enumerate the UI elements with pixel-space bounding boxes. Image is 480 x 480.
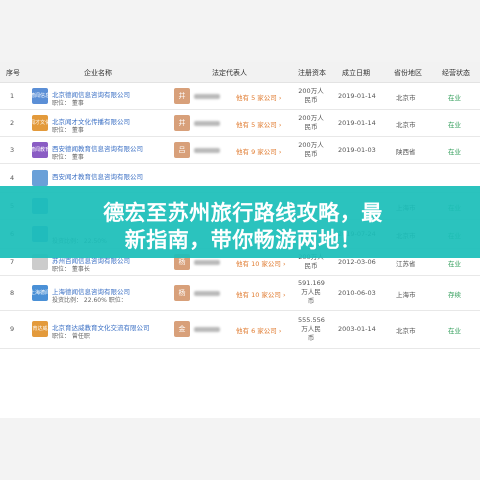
status-badge: 在业 (448, 147, 461, 156)
capital-line: 591.169 (298, 279, 325, 287)
capital-line: 币 (307, 333, 315, 342)
company-logo-icon: 育达威 (32, 321, 48, 337)
top-margin (0, 0, 480, 62)
founded-date: 2019-01-03 (338, 145, 376, 154)
company-logo-icon (32, 169, 48, 186)
legal-rep-avatar: 杨 (174, 284, 190, 301)
capital-line: 币 (307, 297, 315, 305)
province: 北京市 (396, 327, 416, 335)
founded-date: 2012-03-06 (338, 257, 376, 266)
row-seq: 7 (10, 257, 15, 266)
legal-rep-avatar: 井 (174, 87, 190, 104)
province: 上海市 (396, 290, 416, 299)
company-role: 投资比例： 22.60% 职位： (52, 296, 127, 304)
table-header: 序号 企业名称 法定代表人 注册资本 成立日期 省份地区 经营状态 (0, 62, 480, 83)
row-seq: 8 (10, 288, 15, 297)
bottom-margin (0, 418, 480, 480)
status-badge: 在业 (448, 120, 461, 129)
company-role: 职位： 董事 (52, 126, 84, 134)
row-seq: 2 (10, 118, 15, 127)
capital-line: 民币 (304, 261, 318, 270)
legal-rep-companies-link[interactable]: 他有 6 家公司 › (236, 325, 281, 335)
registered-capital: 591.169 万人民币 (298, 279, 325, 306)
province: 北京市 (396, 120, 416, 129)
status-badge: 在业 (448, 259, 461, 268)
header-status: 经营状态 (442, 69, 470, 77)
province: 陕西省 (396, 147, 416, 156)
founded-date: 2010-06-03 (338, 288, 376, 297)
header-legal-rep: 法定代表人 (212, 69, 247, 77)
legal-rep-name-blurred (194, 147, 220, 153)
legal-rep-name-blurred (194, 120, 220, 126)
company-role: 职位： 董事 (52, 153, 84, 161)
status-badge: 在业 (448, 327, 461, 335)
legal-rep-companies-link[interactable]: 他有 9 家公司 › (236, 146, 281, 156)
row-seq: 3 (10, 145, 15, 154)
capital-line: 民币 (304, 149, 318, 158)
founded-date: 2003-01-14 (338, 325, 376, 333)
capital-line: 万人民 (301, 324, 321, 333)
legal-rep-companies-link[interactable]: 他有 5 家公司 › (236, 119, 281, 129)
capital-line: 200万人 (298, 113, 324, 122)
header-seq: 序号 (6, 69, 20, 77)
company-role: 职位： 曾任职 (52, 333, 90, 340)
status-badge: 存续 (448, 290, 461, 299)
founded-date: 2019-01-14 (338, 91, 376, 100)
company-logo-icon: 上海德闻 (30, 284, 50, 301)
legal-rep-avatar: 井 (174, 114, 190, 131)
legal-rep-companies-link[interactable]: 他有 5 家公司 › (236, 92, 281, 102)
province: 江苏省 (396, 259, 416, 268)
legal-rep-name-blurred (194, 290, 220, 296)
legal-rep-companies-link[interactable]: 他有 10 家公司 › (236, 258, 286, 268)
registered-capital: 200万人民币 (298, 114, 324, 132)
capital-line: 200万人 (298, 140, 324, 149)
company-logo-icon: 闻才文化 (30, 114, 50, 131)
capital-line: 万人民 (301, 288, 321, 296)
table-row[interactable]: 2 闻才文化 北京闻才文化传播有限公司 职位： 董事井他有 5 家公司 › 200万人民… (0, 109, 480, 137)
table-row[interactable]: 1 德闻信息 北京德闻信息咨询有限公司 职位： 董事井他有 5 家公司 › 200万人民… (0, 82, 480, 110)
table-row[interactable]: 3 德闻教育 西安德闻教育信息咨询有限公司 职位： 董事吕他有 9 家公司 › 200万… (0, 136, 480, 164)
province: 北京市 (396, 93, 416, 102)
legal-rep-name-blurred (194, 93, 220, 99)
company-logo-icon: 德闻教育 (30, 141, 50, 158)
registered-capital: 555.556 万人民币 (298, 315, 325, 343)
legal-rep-avatar: 金 (174, 321, 190, 337)
header-capital: 注册资本 (298, 69, 326, 77)
capital-line: 200万人 (298, 86, 324, 95)
legal-rep-companies-link[interactable]: 他有 10 家公司 › (236, 289, 286, 299)
founded-date: 2019-01-14 (338, 118, 376, 127)
company-role: 职位： 董事长 (52, 265, 90, 273)
company-role: 职位： 董事 (52, 99, 84, 107)
row-seq: 9 (10, 325, 15, 333)
row-seq: 1 (10, 91, 15, 100)
company-logo-icon: 德闻信息 (30, 87, 50, 104)
company-name-link[interactable]: 西安闻才教育信息咨询有限公司 (52, 171, 143, 181)
legal-rep-avatar: 吕 (174, 141, 190, 158)
legal-rep-name-blurred (194, 259, 220, 265)
table-row[interactable]: 9 育达威 北京育达威教育文化交流有限公司 职位： 曾任职金他有 6 家公司 › 555… (0, 310, 480, 349)
header-founded: 成立日期 (342, 69, 370, 77)
table-row[interactable]: 8 上海德闻 上海德闻信息咨询有限公司 投资比例： 22.60% 职位：杨他有 10 … (0, 275, 480, 311)
row-seq: 4 (10, 173, 15, 182)
banner-title-line1: 德宏至苏州旅行路线攻略，最 (103, 201, 383, 225)
banner-title: 德宏至苏州旅行路线攻略，最 新指南，带你畅游两地！ (28, 200, 458, 254)
header-company: 企业名称 (84, 69, 112, 77)
status-badge: 在业 (448, 93, 461, 102)
registered-capital: 200万人民币 (298, 141, 324, 159)
banner-title-line2: 新指南，带你畅游两地！ (124, 228, 362, 252)
legal-rep-name-blurred (194, 327, 220, 332)
capital-line: 民币 (304, 95, 318, 104)
registered-capital: 200万人民币 (298, 87, 324, 105)
header-province: 省份地区 (394, 69, 422, 77)
capital-line: 555.556 (298, 315, 325, 324)
capital-line: 民币 (304, 122, 318, 131)
